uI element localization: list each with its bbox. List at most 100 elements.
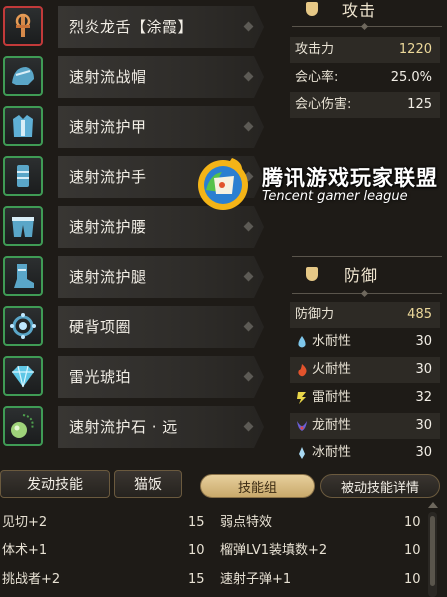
helmet-icon (3, 56, 43, 96)
stat-value: 30 (415, 418, 432, 433)
stat-label: 冰耐性 (312, 445, 352, 460)
tab-active-skills[interactable]: 发动技能 (0, 470, 110, 498)
equipment-slot-weapon[interactable]: 烈炎龙舌【涂霞】 (0, 2, 272, 52)
stat-value: 1220 (398, 42, 432, 57)
equipment-name-bar[interactable]: 速射流护石 · 远 (58, 406, 264, 448)
stat-label: 防御力 (295, 307, 335, 322)
tab-cat-meal[interactable]: 猫饭 (114, 470, 182, 498)
stat-value: 30 (415, 334, 432, 349)
attack-icon (306, 2, 318, 16)
equipment-name: 速射流战帽 (69, 68, 147, 86)
water-drop-icon (298, 336, 306, 348)
chest-armor-icon (3, 106, 43, 146)
stat-value: 30 (415, 362, 432, 377)
equipment-name: 速射流护腰 (69, 218, 147, 236)
skill-name: 体术+1 (2, 543, 48, 558)
stats-panel: 攻击 攻击力 1220 会心率: 25.0% 会心伤害: 125 防御 防御力 … (284, 0, 447, 460)
skill-points: 10 (188, 543, 205, 558)
stat-value: 125 (407, 97, 432, 112)
equipment-name-bar[interactable]: 烈炎龙舌【涂霞】 (58, 6, 264, 48)
necklace-icon (3, 306, 43, 346)
stat-label: 雷耐性 (312, 390, 352, 405)
diamond-icon (243, 421, 254, 432)
skill-points: 10 (404, 515, 421, 530)
tencent-gamer-league-logo (198, 158, 248, 210)
skill-points: 15 (188, 572, 205, 587)
skill-name: 见切+2 (2, 515, 48, 530)
equipment-name: 硬背项圈 (69, 318, 132, 336)
skill-row: 挑战者+2 15 速射子弹+1 10 (0, 566, 424, 594)
stat-label: 龙耐性 (312, 418, 352, 433)
equipment-slot-helmet[interactable]: 速射流战帽 (0, 52, 272, 102)
lightning-icon (297, 392, 306, 404)
stat-value: 32 (415, 390, 432, 405)
skill-name: 挑战者+2 (2, 572, 61, 587)
gauntlet-icon (3, 156, 43, 196)
skill-points: 15 (188, 515, 205, 530)
divider (292, 256, 442, 257)
divider-ornament (360, 289, 369, 298)
skill-name: 榴弹LV1装填数+2 (220, 543, 328, 558)
equipment-slot-gem[interactable]: 雷光琥珀 (0, 352, 272, 402)
diamond-icon (243, 71, 254, 82)
leg-armor-icon (3, 256, 43, 296)
divider-ornament (360, 22, 369, 31)
equipment-name: 速射流护腿 (69, 268, 147, 286)
gem-icon (3, 356, 43, 396)
waist-armor-icon (3, 206, 43, 246)
diamond-icon (243, 321, 254, 332)
diamond-icon (243, 121, 254, 132)
tab-passive-skill-detail[interactable]: 被动技能详情 (320, 474, 440, 498)
stat-row-dragon-res: 龙耐性 30 (290, 413, 440, 439)
diamond-icon (243, 271, 254, 282)
tab-skill-group[interactable]: 技能组 (200, 474, 315, 498)
shield-icon (306, 267, 318, 281)
ice-icon (299, 447, 305, 459)
equipment-name-bar[interactable]: 速射流护甲 (58, 106, 264, 148)
stat-row-ice-res: 冰耐性 30 (290, 440, 440, 466)
equipment-slot-necklace[interactable]: 硬背项圈 (0, 302, 272, 352)
equipment-list: 烈炎龙舌【涂霞】 速射流战帽 速射流护甲 速射流护手 速射流护腰 速射流护腿 硬… (0, 0, 272, 458)
stat-label: 攻击力 (295, 42, 335, 57)
charm-icon (3, 406, 43, 446)
stat-row-thunder-res: 雷耐性 32 (290, 385, 440, 411)
skill-row: 体术+1 10 榴弹LV1装填数+2 10 (0, 537, 424, 565)
equipment-slot-chest[interactable]: 速射流护甲 (0, 102, 272, 152)
equipment-name: 烈炎龙舌【涂霞】 (69, 18, 194, 36)
stat-value: 25.0% (390, 70, 432, 85)
equipment-name: 速射流护甲 (69, 118, 147, 136)
scrollbar-thumb[interactable] (430, 516, 435, 586)
diamond-icon (243, 221, 254, 232)
skill-name: 弱点特效 (220, 515, 273, 530)
equipment-slot-legs[interactable]: 速射流护腿 (0, 252, 272, 302)
attack-title: 攻击 (342, 1, 377, 20)
scroll-up-arrow-icon[interactable] (428, 502, 438, 508)
stat-label: 火耐性 (312, 362, 352, 377)
weapon-icon (3, 6, 43, 46)
stat-value: 485 (407, 307, 432, 322)
equipment-name-bar[interactable]: 硬背项圈 (58, 306, 264, 348)
stat-value: 30 (415, 445, 432, 460)
defense-section-header: 防御 (284, 259, 447, 289)
equipment-name: 速射流护石 · 远 (69, 418, 178, 436)
equipment-slot-charm[interactable]: 速射流护石 · 远 (0, 402, 272, 452)
skill-row: 见切+2 15 弱点特效 10 (0, 509, 424, 537)
equipment-name-bar[interactable]: 雷光琥珀 (58, 356, 264, 398)
equipment-name-bar[interactable]: 速射流战帽 (58, 56, 264, 98)
stat-row-water-res: 水耐性 30 (290, 329, 440, 355)
equipment-name: 雷光琥珀 (69, 368, 132, 386)
diamond-icon (243, 371, 254, 382)
stat-row-fire-res: 火耐性 30 (290, 357, 440, 383)
diamond-icon (243, 21, 254, 32)
stat-label: 水耐性 (312, 334, 352, 349)
fire-icon (298, 364, 307, 377)
watermark-title: 腾讯游戏玩家联盟 (262, 166, 438, 190)
equipment-name: 速射流护手 (69, 168, 147, 186)
skill-name: 速射子弹+1 (220, 572, 292, 587)
stat-row-attack: 攻击力 1220 (290, 37, 440, 63)
stat-row-defense: 防御力 485 (290, 302, 440, 328)
equipment-name-bar[interactable]: 速射流护腿 (58, 256, 264, 298)
skill-points: 10 (404, 543, 421, 558)
watermark-subtitle: Tencent gamer league (262, 189, 408, 204)
stat-label: 会心率: (295, 70, 339, 85)
